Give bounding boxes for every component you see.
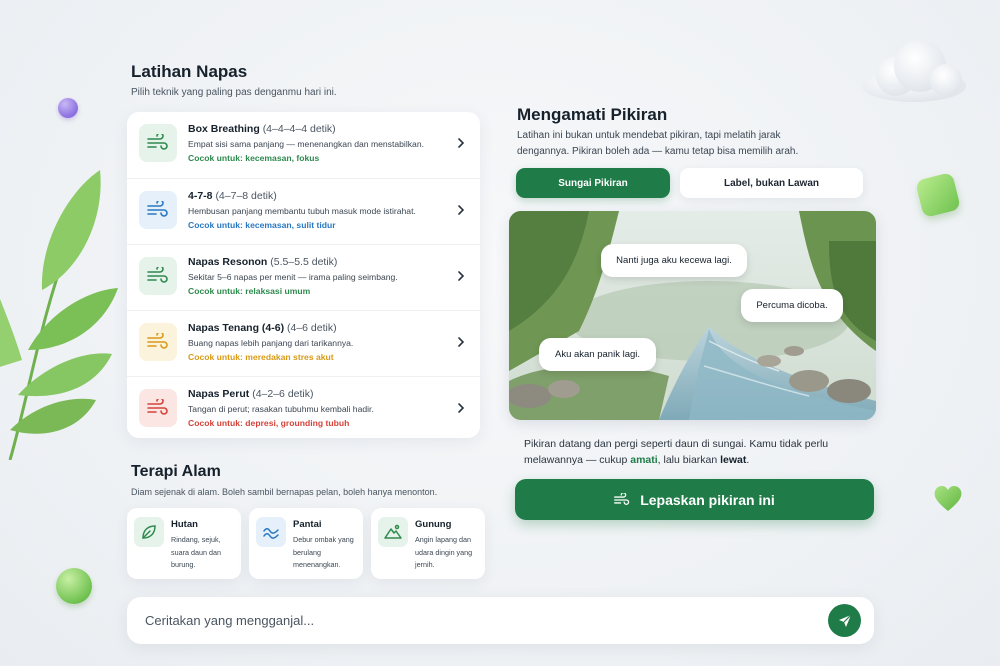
thoughts-section-description: Latihan ini bukan untuk mendebat pikiran…	[517, 130, 799, 157]
nature-description: Debur ombak yang berulang menenangkan.	[293, 535, 354, 569]
release-thought-button[interactable]: Lepaskan pikiran ini	[515, 479, 874, 520]
send-button[interactable]	[828, 604, 861, 637]
nature-card-hutan[interactable]: Hutan Rindang, sejuk, suara daun dan bur…	[127, 508, 241, 579]
chevron-right-icon	[458, 138, 465, 148]
technique-description: Empat sisi sama panjang — menenangkan da…	[188, 139, 424, 149]
wind-icon	[139, 388, 177, 427]
technique-timing: (5.5–5.5 detik)	[270, 255, 338, 268]
chevron-right-icon	[458, 336, 465, 347]
technique-suitability: Cocok untuk: kecemasan, sulit tidur	[188, 219, 336, 230]
river-note-text: , lalu biarkan	[657, 454, 721, 466]
heart-decoration	[934, 485, 962, 511]
technique-timing: (4–4–4–4 detik)	[262, 123, 336, 135]
mountain-icon	[378, 517, 408, 547]
technique-timing: (4–2–6 detik)	[252, 387, 314, 400]
nature-card-gunung[interactable]: Gunung Angin lapang dan udara dingin yan…	[371, 508, 485, 579]
plant-decoration	[0, 170, 118, 460]
technique-name: Napas Resonon	[188, 255, 268, 268]
river-note-emphasis-pass: lewat	[720, 454, 747, 466]
technique-row-napas-tenang[interactable]: Napas Tenang (4-6) (4–6 detik) Buang nap…	[127, 310, 480, 372]
river-note-emphasis-observe: amati	[630, 454, 658, 466]
technique-row-box-breathing[interactable]: Box Breathing (4–4–4–4 detik) Empat sisi…	[127, 112, 480, 174]
technique-description: Hembusan panjang membantu tubuh masuk mo…	[188, 205, 416, 216]
nature-section-subtitle: Diam sejenak di alam. Boleh sambil berna…	[131, 487, 438, 497]
thought-bubble[interactable]: Aku akan panik lagi.	[539, 338, 656, 371]
thought-bubble[interactable]: Percuma dicoba.	[741, 289, 843, 322]
nature-name: Gunung	[415, 519, 452, 530]
river-note-text: .	[746, 454, 750, 466]
technique-timing: (4–7–8 detik)	[215, 189, 277, 202]
river-explanation: Pikiran datang dan pergi seperti daun di…	[524, 436, 864, 468]
cloud-decoration	[862, 40, 966, 102]
purple-sphere-decoration	[58, 98, 78, 118]
chevron-right-icon	[458, 270, 465, 281]
wind-icon	[139, 256, 177, 295]
chat-bar	[127, 597, 874, 644]
technique-description: Buang napas lebih panjang dari tarikanny…	[188, 337, 354, 348]
chat-input[interactable]	[145, 605, 828, 636]
technique-row-napas-resonon[interactable]: Napas Resonon (5.5–5.5 detik) Sekitar 5–…	[127, 244, 480, 306]
technique-suitability: Cocok untuk: kecemasan, fokus	[188, 153, 320, 163]
nature-description: Angin lapang dan udara dingin yang jerni…	[415, 535, 473, 569]
wind-icon	[139, 124, 177, 162]
technique-suitability: Cocok untuk: meredakan stres akut	[188, 351, 334, 362]
green-sphere-decoration	[56, 568, 92, 604]
technique-row-4-7-8[interactable]: 4-7-8 (4–7–8 detik) Hembusan panjang mem…	[127, 178, 480, 240]
chevron-right-icon	[458, 402, 465, 413]
green-cube-decoration	[914, 171, 962, 219]
technique-row-napas-perut[interactable]: Napas Perut (4–2–6 detik) Tangan di peru…	[127, 376, 480, 438]
nature-section-title: Terapi Alam	[131, 463, 221, 480]
nature-card-pantai[interactable]: Pantai Debur ombak yang berulang menenan…	[249, 508, 363, 579]
wind-icon	[614, 492, 630, 505]
nature-name: Pantai	[293, 519, 322, 530]
technique-name: 4-7-8	[188, 189, 213, 202]
thought-bubble[interactable]: Nanti juga aku kecewa lagi.	[601, 244, 747, 277]
breathing-technique-list: Box Breathing (4–4–4–4 detik) Empat sisi…	[127, 112, 480, 438]
technique-timing: (4–6 detik)	[287, 321, 337, 334]
thoughts-section-title: Mengamati Pikiran	[517, 105, 668, 124]
river-illustration: Nanti juga aku kecewa lagi. Percuma dico…	[509, 211, 876, 420]
wind-icon	[139, 190, 177, 229]
technique-name: Box Breathing	[188, 123, 260, 135]
send-icon	[838, 614, 851, 627]
technique-name: Napas Tenang (4-6)	[188, 321, 285, 334]
breathing-section-subtitle: Pilih teknik yang paling pas denganmu ha…	[131, 87, 337, 98]
technique-name: Napas Perut	[188, 387, 250, 400]
technique-description: Tangan di perut; rasakan tubuhmu kembali…	[188, 403, 374, 414]
technique-description: Sekitar 5–6 napas per menit — irama pali…	[188, 271, 398, 282]
breathing-section-title: Latihan Napas	[131, 62, 248, 81]
wave-icon	[256, 517, 286, 547]
leaf-icon	[134, 517, 164, 547]
tab-label-bukan-lawan[interactable]: Label, bukan Lawan	[680, 168, 863, 198]
nature-name: Hutan	[171, 519, 198, 530]
technique-suitability: Cocok untuk: depresi, grounding tubuh	[188, 417, 350, 428]
release-button-label: Lepaskan pikiran ini	[640, 491, 775, 508]
wind-icon	[139, 322, 177, 361]
nature-description: Rindang, sejuk, suara daun dan burung.	[171, 535, 221, 569]
chevron-right-icon	[458, 204, 465, 215]
tab-sungai-pikiran[interactable]: Sungai Pikiran	[516, 168, 670, 198]
technique-suitability: Cocok untuk: relaksasi umum	[188, 285, 311, 296]
